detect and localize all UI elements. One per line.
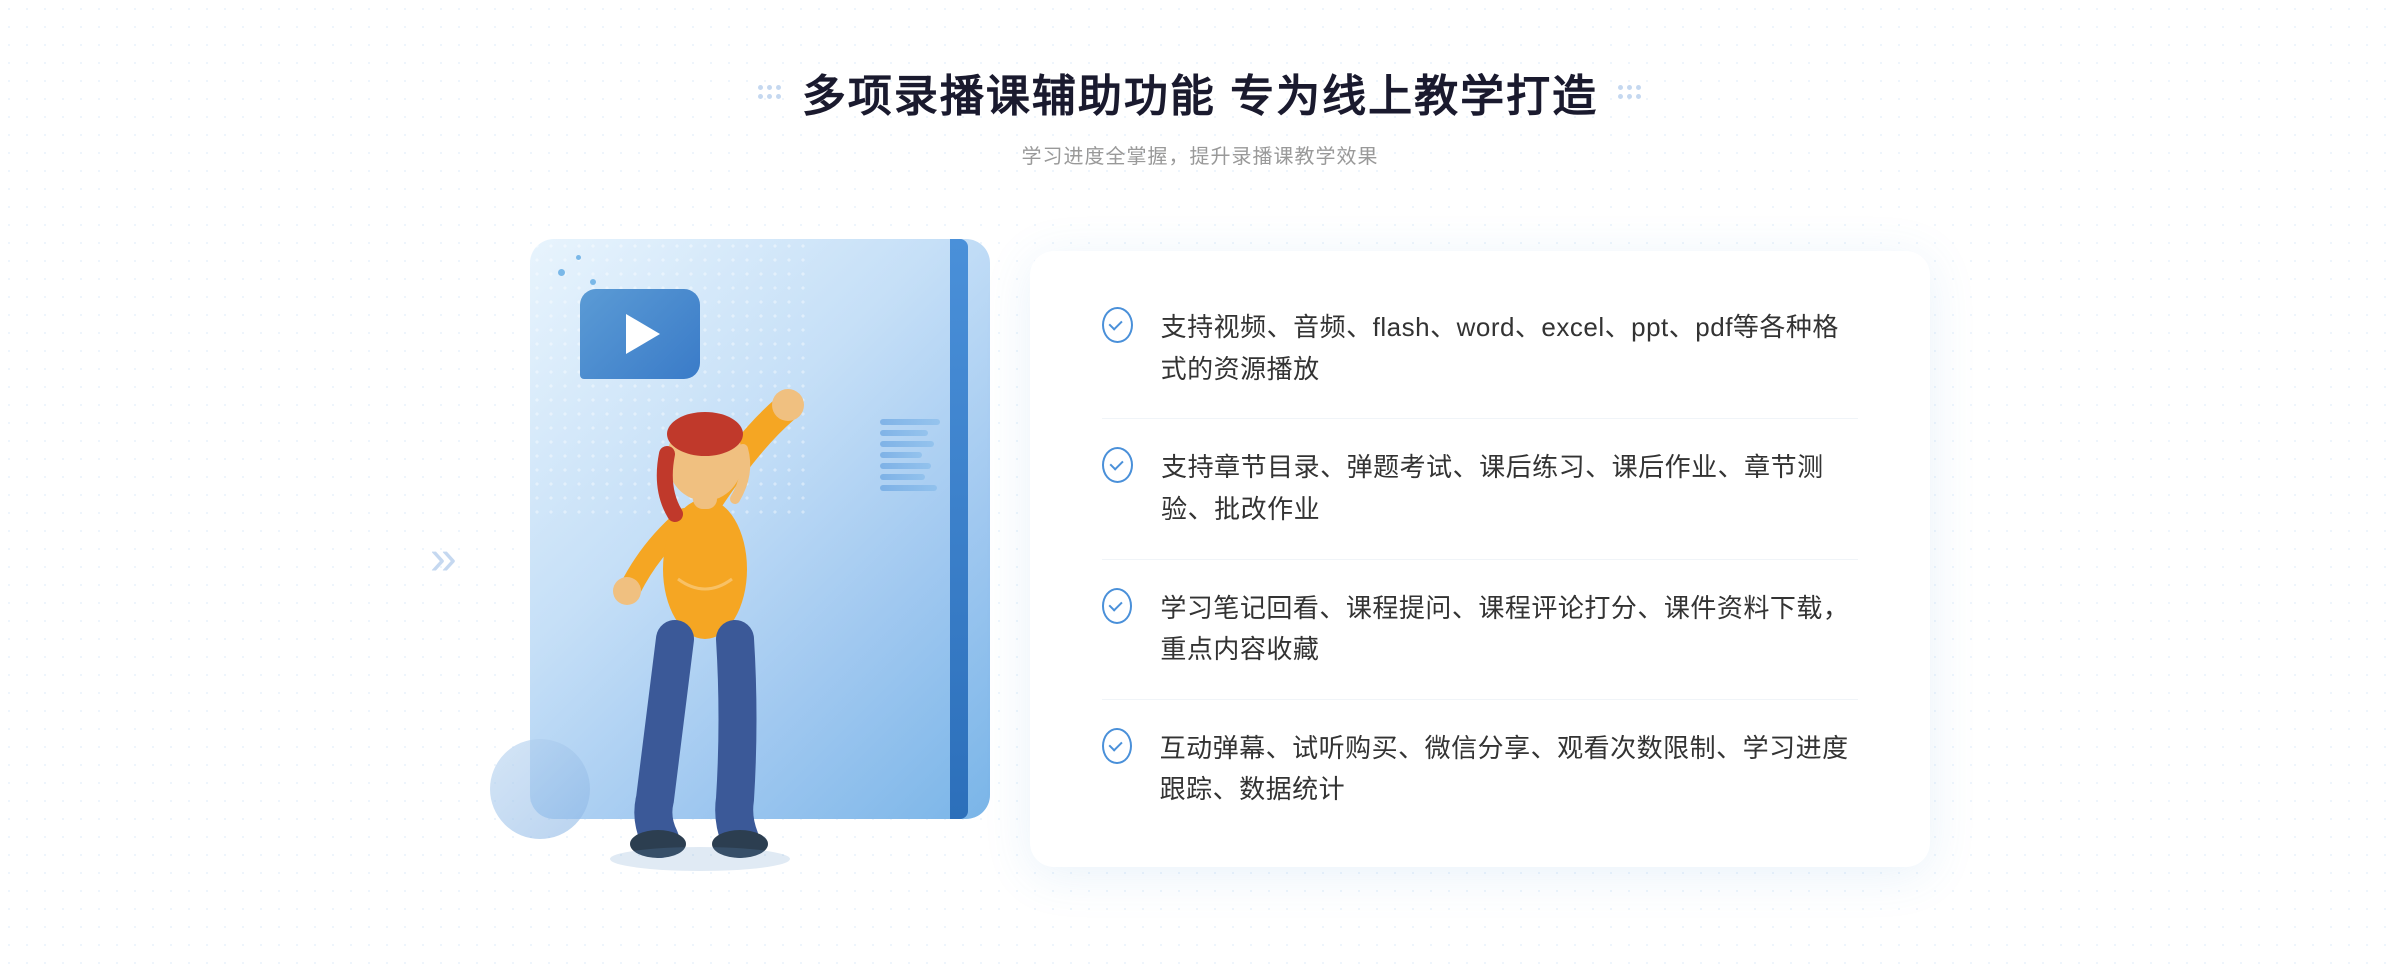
title-row: 多项录播课辅助功能 专为线上教学打造 [758, 60, 1642, 124]
chevron-right-icon: » [430, 535, 457, 583]
illustration-container: » [470, 219, 1050, 899]
dot [758, 85, 763, 90]
dot [1627, 94, 1632, 99]
feature-item-3: 学习笔记回看、课程提问、课程评论打分、课件资料下载，重点内容收藏 [1102, 560, 1858, 700]
sparkle-dot [558, 269, 565, 276]
dot [776, 94, 781, 99]
feature-text-3: 学习笔记回看、课程提问、课程评论打分、课件资料下载，重点内容收藏 [1160, 588, 1858, 671]
sparkle-dot [576, 255, 581, 260]
dot [758, 94, 763, 99]
stripe-line [880, 441, 934, 447]
header-section: 多项录播课辅助功能 专为线上教学打造 学习进度全掌握，提升录播课教学效果 [758, 60, 1642, 169]
features-card: 支持视频、音频、flash、word、excel、ppt、pdf等各种格式的资源… [1030, 251, 1930, 867]
stripe-line [880, 485, 937, 491]
feature-item-4: 互动弹幕、试听购买、微信分享、观看次数限制、学习进度跟踪、数据统计 [1102, 700, 1858, 811]
dot [767, 85, 772, 90]
person-illustration [530, 359, 870, 879]
page-subtitle: 学习进度全掌握，提升录播课教学效果 [758, 140, 1642, 169]
right-decorative-dots [1618, 85, 1642, 100]
left-chevron-decoration: » [430, 535, 457, 583]
check-icon-1 [1102, 307, 1133, 343]
feature-item-1: 支持视频、音频、flash、word、excel、ppt、pdf等各种格式的资源… [1102, 307, 1858, 419]
stripe-decoration [880, 419, 940, 499]
feature-item-2: 支持章节目录、弹题考试、课后练习、课后作业、章节测验、批改作业 [1102, 419, 1858, 559]
sparkle-dot [590, 279, 596, 285]
stripe-line [880, 452, 922, 458]
content-area: » 支持视频、音频、flash、word、excel、ppt、pdf等各种格式的… [400, 219, 2000, 899]
play-icon [626, 314, 660, 354]
dot [767, 94, 772, 99]
dot [1618, 94, 1623, 99]
check-icon-4 [1102, 728, 1132, 764]
check-icon-2 [1102, 447, 1133, 483]
left-decorative-dots [758, 85, 782, 100]
dot [1636, 85, 1641, 90]
dot [1636, 94, 1641, 99]
dot [1627, 85, 1632, 90]
dot [776, 85, 781, 90]
blue-accent-bar [950, 239, 968, 819]
stripe-line [880, 430, 928, 436]
check-icon-3 [1102, 588, 1132, 624]
feature-text-2: 支持章节目录、弹题考试、课后练习、课后作业、章节测验、批改作业 [1161, 447, 1858, 530]
feature-text-1: 支持视频、音频、flash、word、excel、ppt、pdf等各种格式的资源… [1161, 307, 1858, 390]
dot [1618, 85, 1623, 90]
stripe-line [880, 463, 931, 469]
feature-text-4: 互动弹幕、试听购买、微信分享、观看次数限制、学习进度跟踪、数据统计 [1160, 728, 1858, 811]
page-title: 多项录播课辅助功能 专为线上教学打造 [802, 60, 1598, 124]
stripe-line [880, 419, 940, 425]
stripe-line [880, 474, 925, 480]
